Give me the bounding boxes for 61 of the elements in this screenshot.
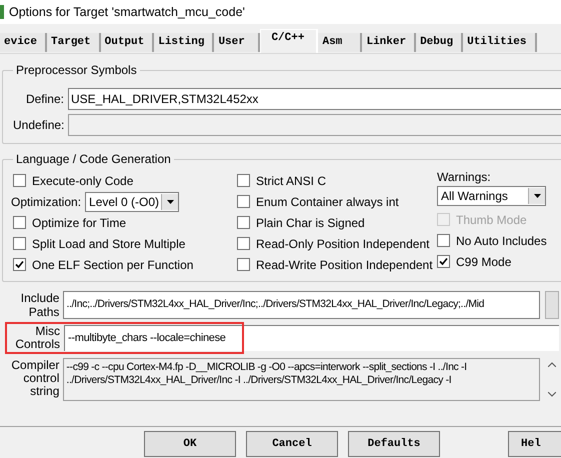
group-title: Language / Code Generation bbox=[13, 151, 174, 167]
misc-controls-field[interactable]: --multibyte_chars --locale=chinese bbox=[64, 325, 559, 351]
check-icon bbox=[439, 257, 448, 266]
tab[interactable]: Utilities bbox=[463, 33, 537, 52]
scroll-up-icon bbox=[548, 362, 556, 367]
dropdown-arrow-icon bbox=[534, 194, 540, 198]
tab[interactable]: Output bbox=[100, 33, 154, 52]
dialog-button[interactable]: OK bbox=[144, 431, 236, 457]
tab[interactable]: Debug bbox=[416, 33, 464, 52]
undefine-field[interactable] bbox=[68, 114, 561, 136]
dropdown-arrow-icon bbox=[166, 200, 174, 204]
checkbox[interactable] bbox=[13, 237, 26, 250]
group-title: Preprocessor Symbols bbox=[13, 62, 140, 78]
checkbox[interactable] bbox=[237, 174, 250, 187]
tab[interactable]: Linker bbox=[362, 33, 416, 52]
tab[interactable]: Listing bbox=[154, 33, 214, 52]
dialog-button[interactable]: Cancel bbox=[246, 431, 338, 457]
checkbox-label: Read-Only Position Independent bbox=[256, 236, 430, 252]
tab[interactable]: evice bbox=[0, 33, 48, 52]
checkbox[interactable] bbox=[13, 174, 26, 187]
optimization-label: Optimization: bbox=[11, 194, 82, 210]
tab[interactable]: Asm bbox=[318, 33, 362, 52]
checkbox-label: Enum Container always int bbox=[256, 194, 399, 210]
checkbox-label: Execute-only Code bbox=[32, 172, 134, 190]
define-field[interactable]: USE_HAL_DRIVER,STM32L452xx bbox=[68, 88, 561, 110]
undefine-label: Undefine: bbox=[13, 117, 64, 134]
compiler-string-field: --c99 -c --cpu Cortex-M4.fp -D__MICROLIB -g -O0 --apcs=interwork --split_sections -I ../Inc -I ../Drivers/STM32L4xx_HAL_Driver/Inc -I ../Drivers/STM32L4xx_HAL_Driver/Inc/Legacy -I bbox=[63, 358, 540, 401]
dialog-button[interactable]: Hel bbox=[508, 431, 561, 457]
checkbox[interactable] bbox=[237, 237, 250, 250]
checkbox-label: Optimize for Time bbox=[32, 214, 126, 232]
define-label: Define: bbox=[24, 91, 64, 108]
compiler-string-label: Compiler control string bbox=[10, 358, 60, 398]
dialog-button[interactable]: Defaults bbox=[348, 431, 440, 457]
checkbox-label: Split Load and Store Multiple bbox=[32, 236, 186, 252]
checkbox[interactable] bbox=[437, 234, 450, 247]
checkbox[interactable] bbox=[13, 258, 26, 271]
checkbox-label: Strict ANSI C bbox=[256, 172, 326, 190]
checkbox-label: C99 Mode bbox=[456, 254, 512, 270]
checkbox-label: No Auto Includes bbox=[456, 232, 547, 250]
checkbox[interactable] bbox=[237, 195, 250, 208]
dropdown[interactable]: All Warnings bbox=[437, 186, 546, 206]
app-icon bbox=[0, 5, 4, 19]
checkbox-label: Read-Write Position Independent bbox=[256, 256, 433, 274]
checkbox-label: One ELF Section per Function bbox=[32, 256, 194, 274]
warnings-label: Warnings: bbox=[437, 169, 492, 186]
tab[interactable]: C/C++ bbox=[260, 29, 318, 53]
checkbox[interactable] bbox=[237, 258, 250, 271]
checkbox-label: Plain Char is Signed bbox=[256, 214, 365, 232]
checkbox[interactable] bbox=[237, 216, 250, 229]
include-paths-label: Include Paths bbox=[20, 291, 60, 319]
tab[interactable]: User bbox=[214, 33, 260, 52]
window-title: Options for Target 'smartwatch_mcu_code' bbox=[9, 4, 245, 21]
dropdown[interactable]: Level 0 (-O0) bbox=[85, 192, 180, 212]
tab[interactable]: Target bbox=[47, 33, 101, 52]
check-icon bbox=[15, 260, 24, 269]
checkbox-label: Thumb Mode bbox=[456, 212, 527, 228]
misc-controls-label: Misc Controls bbox=[14, 325, 60, 351]
checkbox[interactable] bbox=[13, 216, 26, 229]
scroll-down-icon bbox=[548, 392, 556, 397]
checkbox[interactable] bbox=[437, 255, 450, 268]
include-paths-field[interactable]: ../Inc;../Drivers/STM32L4xx_HAL_Driver/Inc;../Drivers/STM32L4xx_HAL_Driver/Inc/Legacy;../Mid bbox=[63, 291, 540, 319]
